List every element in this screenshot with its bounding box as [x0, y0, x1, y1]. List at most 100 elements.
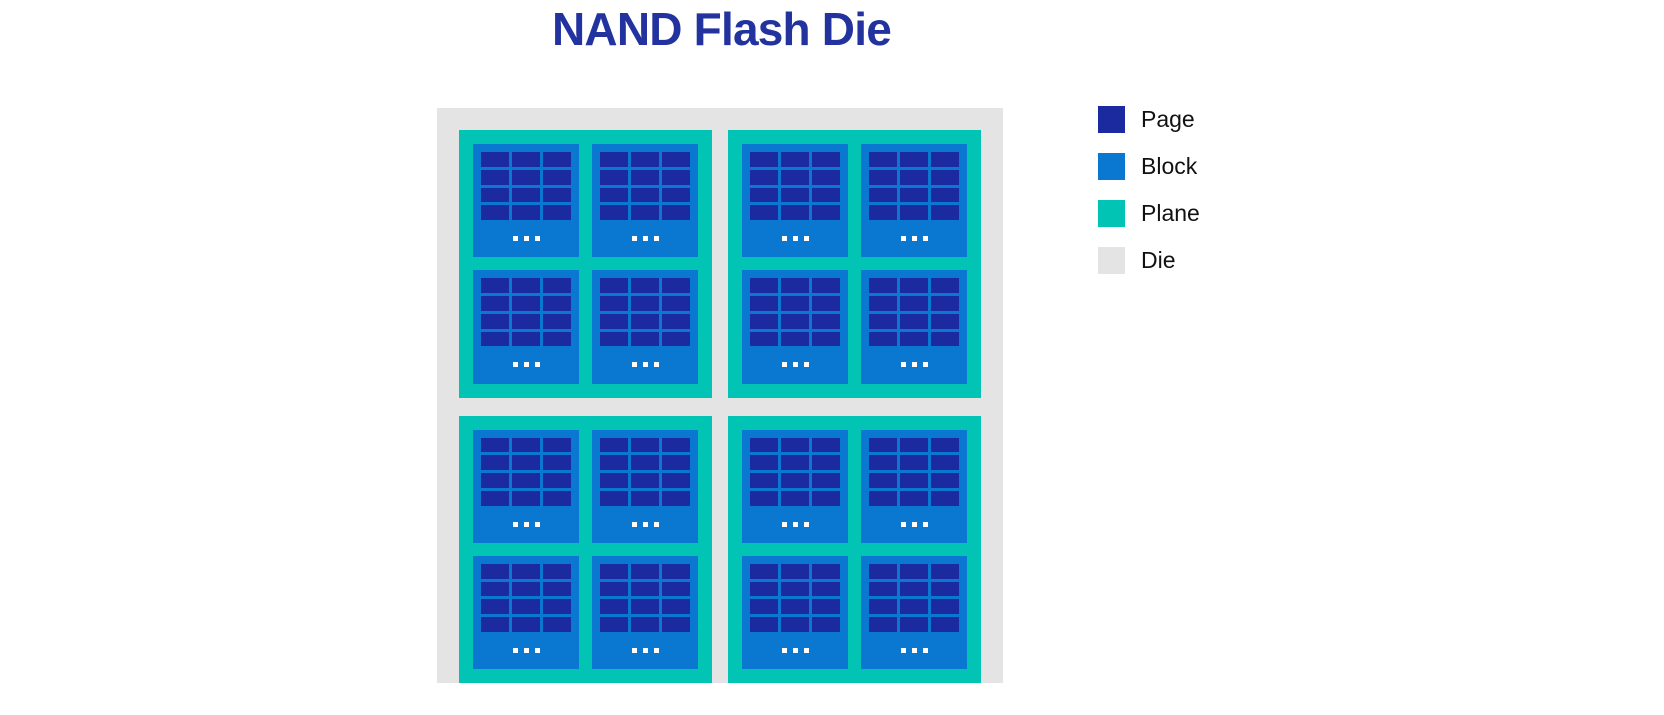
continuation-dot — [911, 647, 917, 653]
plane — [728, 130, 981, 398]
page-cell — [543, 205, 571, 220]
page-cell — [931, 455, 959, 470]
legend-item-block: Block — [1098, 153, 1200, 180]
legend-swatch-icon — [1098, 247, 1125, 274]
page-cell — [931, 205, 959, 220]
page-cell — [481, 296, 509, 311]
page-cell — [781, 205, 809, 220]
page-cell — [750, 331, 778, 347]
continuation-dot — [512, 521, 518, 527]
page-cell — [600, 205, 628, 220]
page-cell — [662, 187, 690, 203]
continuation-dot — [911, 236, 917, 242]
page-cell — [600, 169, 628, 185]
continuation-dot — [792, 521, 798, 527]
page-cell — [662, 313, 690, 329]
page-cell — [662, 581, 690, 597]
page-cell — [662, 599, 690, 614]
block — [742, 555, 848, 669]
page-cell — [781, 152, 809, 167]
page-cell — [481, 581, 509, 597]
page-cell — [631, 581, 659, 597]
continuation-dots-icon — [481, 220, 571, 257]
page-cell — [662, 152, 690, 167]
page-grid — [750, 437, 840, 506]
page-cell — [812, 563, 840, 579]
page-cell — [543, 152, 571, 167]
page-cell — [812, 296, 840, 311]
block — [742, 144, 848, 258]
page-cell — [750, 152, 778, 167]
page-cell — [543, 313, 571, 329]
continuation-dot — [534, 521, 540, 527]
page-cell — [931, 563, 959, 579]
page-cell — [481, 617, 509, 632]
page-cell — [600, 278, 628, 293]
page-cell — [781, 473, 809, 488]
page-cell — [631, 617, 659, 632]
page-cell — [543, 187, 571, 203]
block — [861, 555, 967, 669]
page-cell — [750, 437, 778, 453]
page-cell — [512, 152, 540, 167]
continuation-dot — [900, 362, 906, 368]
continuation-dot — [653, 362, 659, 368]
continuation-dots-icon — [869, 346, 959, 383]
continuation-dot — [781, 236, 787, 242]
page-cell — [900, 563, 928, 579]
block — [592, 270, 698, 384]
page-grid — [869, 437, 959, 506]
page-cell — [543, 490, 571, 506]
page-grid — [600, 563, 690, 632]
page-cell — [512, 313, 540, 329]
page-cell — [781, 490, 809, 506]
block — [742, 270, 848, 384]
page-cell — [481, 563, 509, 579]
page-cell — [900, 152, 928, 167]
page-cell — [631, 187, 659, 203]
legend-label: Block — [1141, 153, 1198, 179]
page-cell — [812, 473, 840, 488]
continuation-dot — [803, 362, 809, 368]
page-cell — [781, 313, 809, 329]
page-cell — [812, 581, 840, 597]
page-cell — [869, 152, 897, 167]
continuation-dot — [653, 647, 659, 653]
page-cell — [869, 473, 897, 488]
page-cell — [900, 581, 928, 597]
page-cell — [931, 617, 959, 632]
continuation-dots-icon — [750, 632, 840, 669]
page-cell — [781, 617, 809, 632]
page-cell — [750, 313, 778, 329]
page-cell — [631, 490, 659, 506]
page-cell — [869, 581, 897, 597]
page-cell — [869, 187, 897, 203]
page-cell — [512, 187, 540, 203]
page-cell — [812, 617, 840, 632]
page-cell — [662, 331, 690, 347]
page-cell — [750, 581, 778, 597]
page-cell — [543, 296, 571, 311]
continuation-dots-icon — [750, 220, 840, 257]
page-cell — [631, 599, 659, 614]
page-cell — [812, 331, 840, 347]
continuation-dot — [642, 647, 648, 653]
page-cell — [900, 455, 928, 470]
continuation-dot — [803, 647, 809, 653]
page-cell — [631, 331, 659, 347]
page-cell — [600, 617, 628, 632]
page-cell — [750, 296, 778, 311]
page-cell — [900, 296, 928, 311]
continuation-dots-icon — [481, 632, 571, 669]
page-cell — [662, 278, 690, 293]
continuation-dot — [534, 647, 540, 653]
page-cell — [543, 581, 571, 597]
page-grid — [600, 437, 690, 506]
continuation-dots-icon — [750, 346, 840, 383]
page-cell — [600, 455, 628, 470]
continuation-dot — [781, 362, 787, 368]
page-cell — [931, 490, 959, 506]
page-cell — [543, 278, 571, 293]
page-cell — [900, 313, 928, 329]
plane — [728, 415, 981, 683]
